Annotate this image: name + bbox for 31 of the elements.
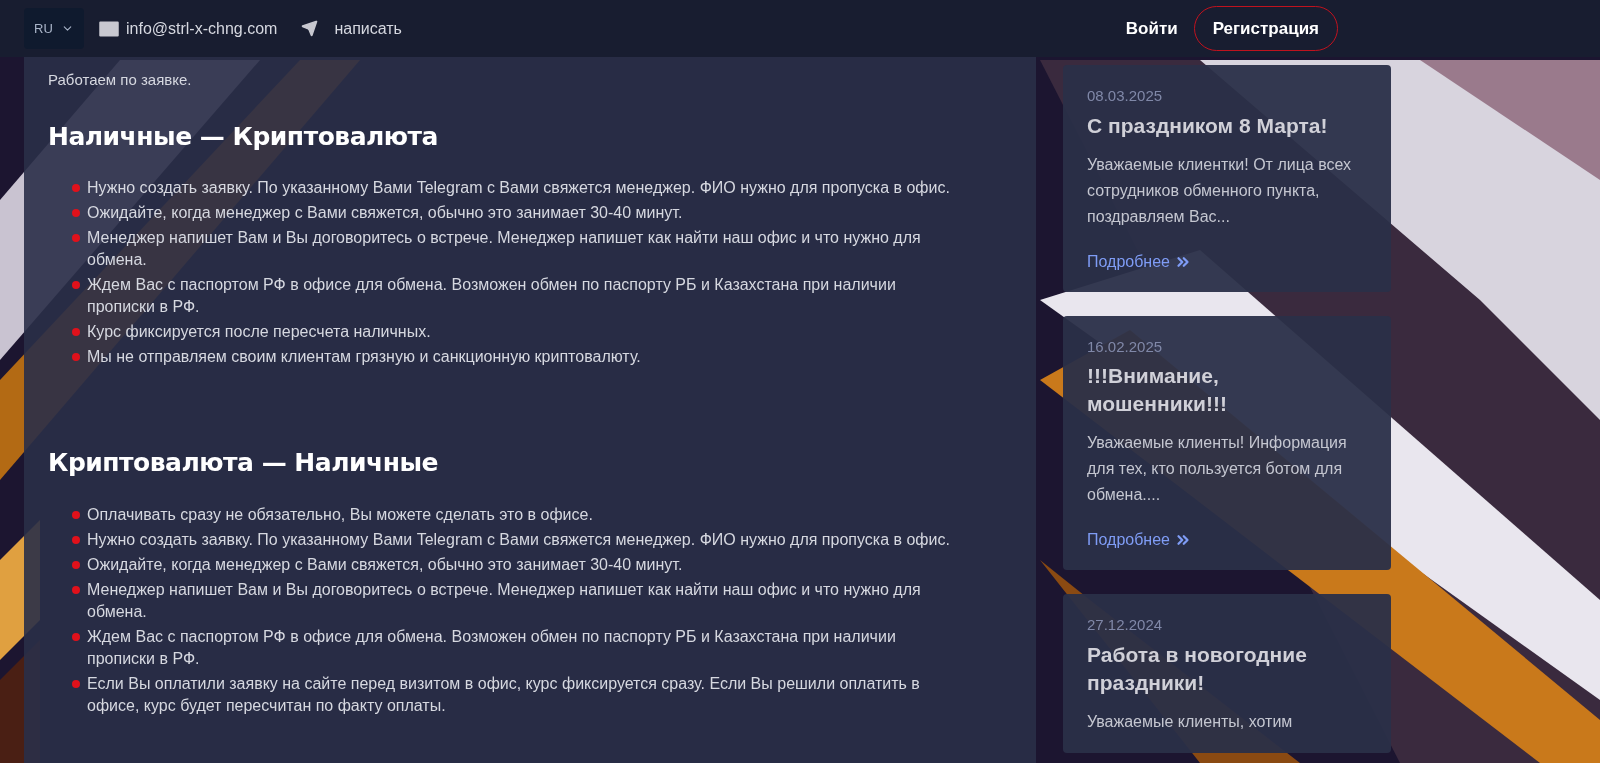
news-title: !!!Внимание, мошенники!!! xyxy=(1087,363,1228,417)
language-select[interactable]: RU xyxy=(24,8,84,49)
news-date: 08.03.2025 xyxy=(1087,86,1164,106)
step-text: Курс фиксируется после пересчета наличных. xyxy=(87,322,432,342)
step-text: Менеджер напишет Вам и Вы договоритесь о встрече. Менеджер напишет как найти наш офис и что нужно для обмена. xyxy=(87,228,922,270)
step-text: Ожидайте, когда менеджер с Вами свяжется, обычно это занимает 30-40 минут. xyxy=(87,203,684,223)
section-heading: Наличные — Криптовалюта xyxy=(48,120,439,153)
news-excerpt: Уважаемые клиенты! Информация для тех, кто пользуется ботом для обмена.... xyxy=(1087,433,1348,505)
news-title: Работа в новогодние праздники! xyxy=(1087,641,1308,696)
section-heading: Криптовалюта — Наличные xyxy=(48,447,439,479)
step-text: Оплачивать сразу не обязательно, Вы можете сделать это в офисе. xyxy=(87,504,594,525)
news-date: 27.12.2024 xyxy=(1087,615,1164,635)
paper-plane-icon xyxy=(301,20,319,37)
news-date: 16.02.2025 xyxy=(1087,336,1164,357)
telegram-link[interactable]: написать xyxy=(334,16,402,41)
email-link[interactable]: info@strl-x-chng.com xyxy=(126,16,278,41)
step-text: Ждем Вас с паспортом РФ в офисе для обмена. Возможен обмен по паспорту РБ и Казахстана при наличии прописки в РФ. xyxy=(87,626,897,669)
step-text: Если Вы оплатили заявку на сайте перед визитом в офис, курс фиксируется сразу. Если Вы решили оплатить в офисе, курс будет пересчитан по факту оплаты. xyxy=(87,673,921,716)
step-text: Ожидайте, когда менеджер с Вами свяжется, обычно это занимает 30-40 минут. xyxy=(87,554,684,575)
news-title: С праздником 8 Марта! xyxy=(1087,112,1329,139)
intro-text: Работаем по заявке. xyxy=(48,70,193,90)
step-text: Нужно создать заявку. По указанному Вами Telegram с Вами свяжется менеджер. ФИО нужно для пропуска в офис. xyxy=(87,529,951,550)
step-text: Мы не отправляем своим клиентам грязную и санкционную криптовалюту. xyxy=(87,347,642,367)
step-text: Нужно создать заявку. По указанному Вами Telegram с Вами свяжется менеджер. ФИО нужно для пропуска в офис. xyxy=(87,178,951,198)
step-text: Менеджер напишет Вам и Вы договоритесь о встрече. Менеджер напишет как найти наш офис и что нужно для обмена. xyxy=(87,579,922,622)
login-link[interactable]: Войти xyxy=(1125,15,1178,42)
news-excerpt: Уважаемые клиенты, хотим xyxy=(1087,711,1294,732)
step-text: Ждем Вас с паспортом РФ в офисе для обмена. Возможен обмен по паспорту РБ и Казахстана при наличии прописки в РФ. xyxy=(87,275,897,317)
more-link[interactable]: Подробнее xyxy=(1087,249,1192,274)
more-link[interactable]: Подробнее xyxy=(1087,528,1192,552)
news-excerpt: Уважаемые клиентки! От лица всех сотрудников обменного пункта, поздравляем Вас... xyxy=(1087,154,1353,227)
